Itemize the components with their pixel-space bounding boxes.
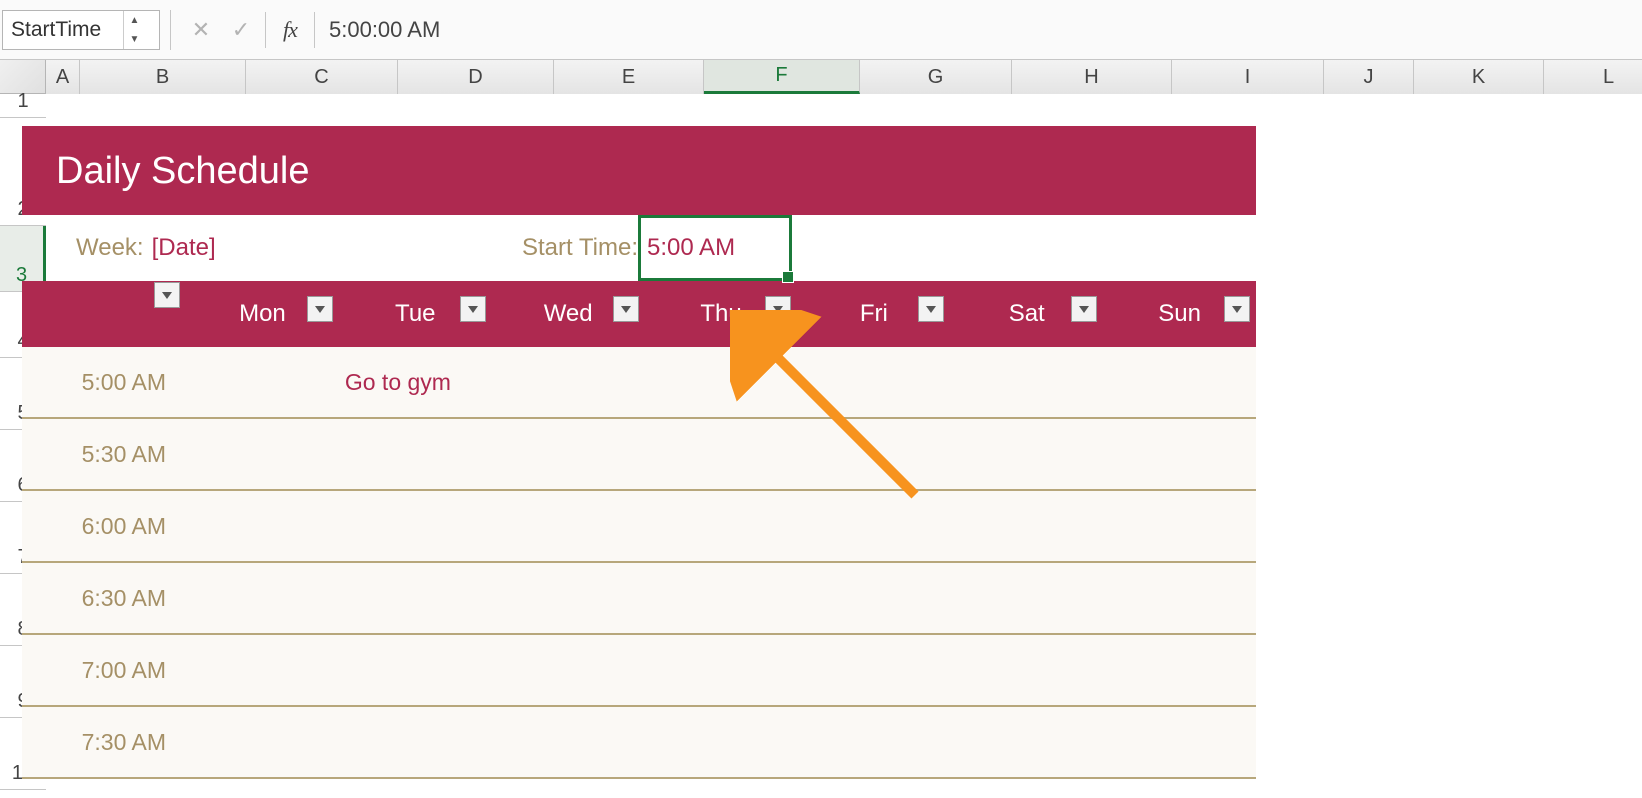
meta-row: Week: [Date] Start Time: 5:00 AM [22,215,1256,281]
separator [170,10,171,50]
name-box[interactable]: ▲ ▼ [2,10,160,50]
day-header: Mon [186,300,339,328]
filter-button[interactable] [154,282,180,308]
chevron-down-icon [1231,304,1243,314]
stepper-down-icon[interactable]: ▼ [124,30,145,49]
formula-bar: ▲ ▼ ✕ ✓ fx [0,0,1642,60]
filter-button[interactable] [1071,296,1097,322]
time-label: 7:30 AM [22,729,186,756]
filter-button[interactable] [460,296,486,322]
stepper-up-icon[interactable]: ▲ [124,11,145,30]
chevron-down-icon [314,304,326,314]
chevron-down-icon [1078,304,1090,314]
filter-button[interactable] [1224,296,1250,322]
sheet-area: ABCDEFGHIJKL 12345678910 Daily Schedule … [0,60,1642,798]
separator [265,12,266,48]
name-box-stepper[interactable]: ▲ ▼ [123,11,145,49]
time-slot-row: 5:30 AM [22,419,1256,491]
time-label: 7:00 AM [22,657,186,684]
start-time-label: Start Time: [522,234,638,262]
day-header: Sun [1103,300,1256,328]
time-label: 5:30 AM [22,441,186,468]
time-label: 5:00 AM [22,369,186,396]
name-box-input[interactable] [3,18,123,42]
cancel-button[interactable]: ✕ [181,17,221,43]
separator [314,12,315,48]
day-header: Sat [950,300,1103,328]
filter-button[interactable] [918,296,944,322]
time-slot-row: 6:30 AM [22,563,1256,635]
time-label: 6:00 AM [22,513,186,540]
schedule-cell[interactable]: Go to gym [339,369,492,396]
start-time-value: 5:00 AM [647,234,735,262]
time-label: 6:30 AM [22,585,186,612]
chevron-down-icon [925,304,937,314]
filter-button[interactable] [613,296,639,322]
filter-button[interactable] [765,296,791,322]
chevron-down-icon [467,304,479,314]
time-slot-row: 7:30 AM [22,707,1256,779]
formula-input[interactable] [319,17,1642,43]
week-value[interactable]: [Date] [152,234,216,262]
grid[interactable]: Daily Schedule Week: [Date] Start Time: … [0,60,1642,798]
day-header-row: MonTueWedThuFriSatSun [22,281,1256,347]
time-slot-row: 7:00 AM [22,635,1256,707]
time-slot-row: 6:00 AM [22,491,1256,563]
confirm-button[interactable]: ✓ [221,17,261,43]
day-header: Thu [645,300,798,328]
page-title: Daily Schedule [22,126,1256,215]
event: Go to gym [339,369,451,395]
day-header: Wed [492,300,645,328]
fx-button[interactable]: fx [270,17,310,43]
chevron-down-icon [620,304,632,314]
time-slot-row: 5:00 AM Go to gym [22,347,1256,419]
chevron-down-icon [772,304,784,314]
day-header: Fri [797,300,950,328]
schedule-content: Daily Schedule Week: [Date] Start Time: … [22,126,1256,779]
day-header: Tue [339,300,492,328]
week-label: Week: [76,234,144,262]
filter-button[interactable] [307,296,333,322]
start-time-cell[interactable]: 5:00 AM [638,215,792,281]
chevron-down-icon [161,290,173,300]
